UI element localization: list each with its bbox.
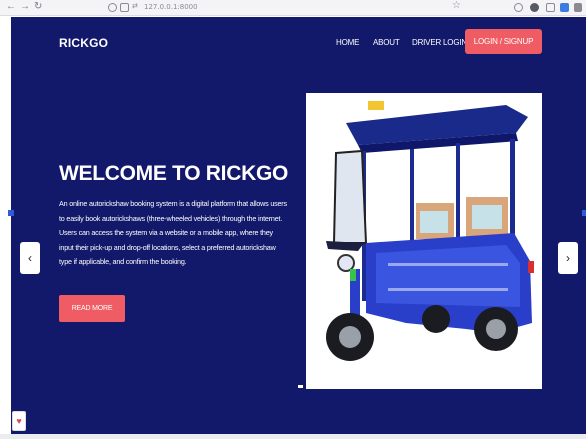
hero-section: RICKGO HOME ABOUT DRIVER LOGIN LOGIN / S… — [11, 17, 586, 436]
bookmark-star-icon[interactable]: ☆ — [452, 0, 461, 11]
browser-toolbar: ← → ↻ ⇄ 127.0.0.1:8000 ☆ — [0, 0, 586, 16]
autorickshaw-illustration — [326, 101, 534, 361]
nav-link-about[interactable]: ABOUT — [373, 38, 400, 47]
nav-link-home[interactable]: HOME — [336, 38, 359, 47]
arrow-right-icon[interactable]: → — [20, 1, 30, 13]
bottom-edge — [0, 434, 586, 439]
shield-icon[interactable] — [108, 3, 117, 12]
hero-title: WELCOME TO RICKGO — [59, 162, 289, 185]
selection-handle-right[interactable] — [582, 210, 586, 216]
page-icon — [120, 3, 129, 12]
address-bar[interactable]: 127.0.0.1:8000 — [144, 3, 198, 11]
lock-icon: ⇄ — [132, 3, 138, 10]
carousel-indicator[interactable] — [298, 385, 303, 388]
login-signup-button[interactable]: LOGIN / SIGNUP — [465, 29, 542, 54]
reload-icon[interactable]: ↻ — [34, 1, 42, 13]
heart-logo-icon: ♥ — [12, 411, 26, 431]
menu-icon[interactable] — [574, 3, 582, 12]
page-left-margin — [0, 17, 11, 439]
arrow-left-icon[interactable]: ← — [6, 1, 16, 13]
selection-handle-left[interactable] — [8, 210, 14, 216]
autorickshaw-image — [306, 93, 542, 389]
nav-link-driver-login[interactable]: DRIVER LOGIN — [412, 38, 467, 47]
hero-description: An online autorickshaw booking system is… — [59, 199, 287, 266]
read-more-button[interactable]: READ MORE — [59, 295, 125, 322]
extension-icon[interactable] — [560, 3, 569, 12]
downloads-icon[interactable] — [546, 3, 555, 12]
carousel-prev-button[interactable]: ‹ — [20, 242, 40, 274]
pocket-icon[interactable] — [514, 3, 523, 12]
brand-logo[interactable]: RICKGO — [59, 36, 108, 50]
carousel-next-button[interactable]: › — [558, 242, 578, 274]
account-icon[interactable] — [530, 3, 539, 12]
